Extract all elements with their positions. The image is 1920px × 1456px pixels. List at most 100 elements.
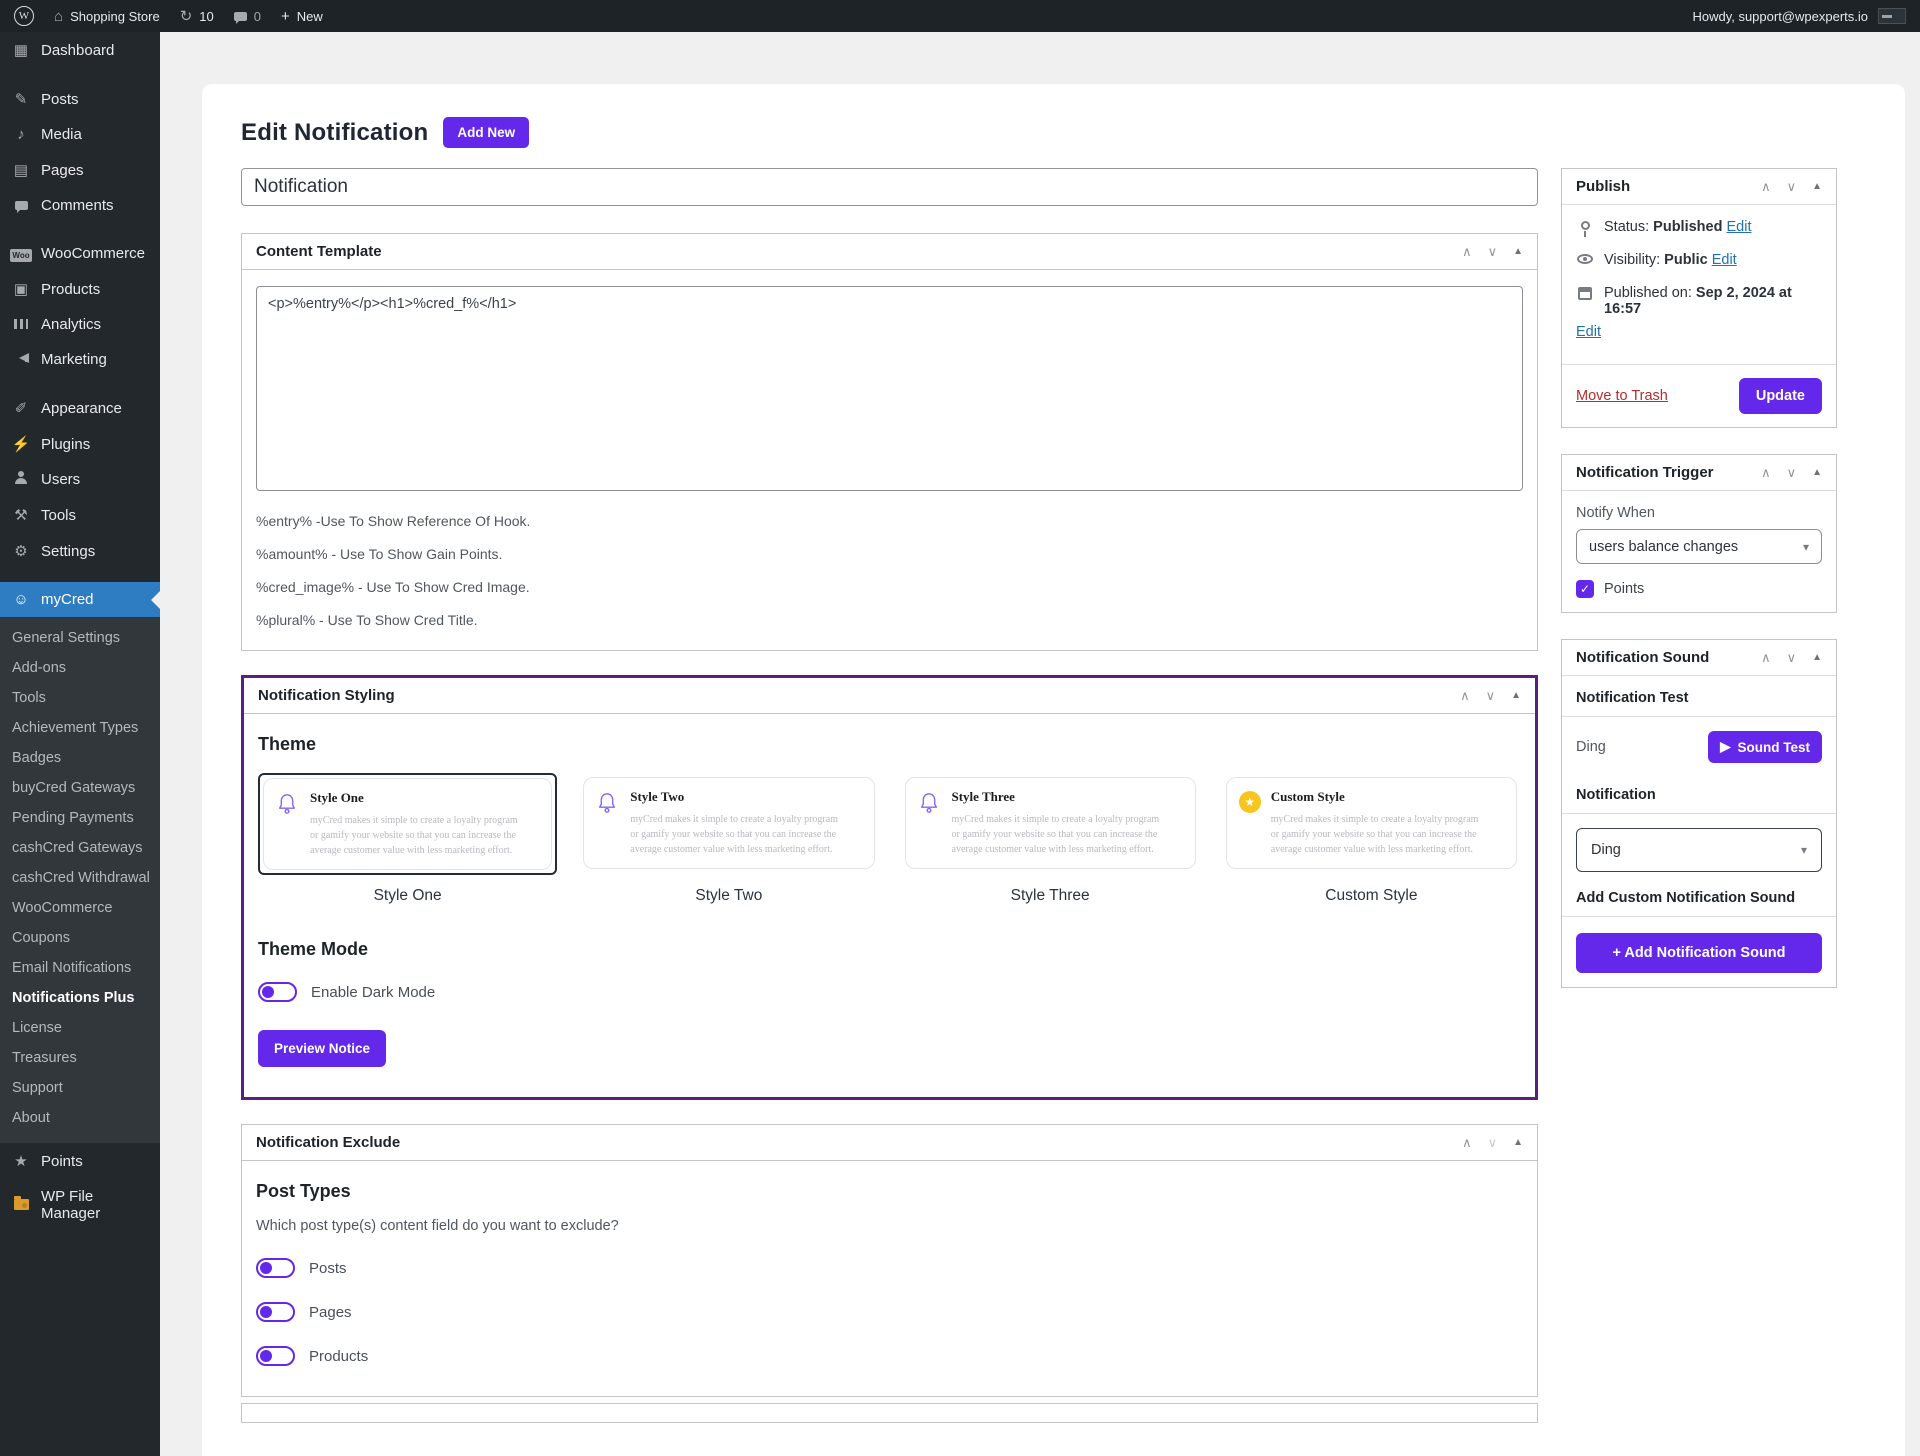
points-checkbox[interactable]: ✓ [1576, 580, 1594, 598]
sidebar-item-buycred-gateways[interactable]: buyCred Gateways [0, 773, 160, 803]
sidebar-item-mycred-tools[interactable]: Tools [0, 683, 160, 713]
move-down-icon[interactable]: ∨ [1488, 244, 1498, 260]
move-up-icon[interactable]: ∧ [1761, 179, 1771, 195]
sidebar-item-mycred-woocommerce[interactable]: WooCommerce [0, 893, 160, 923]
move-up-icon[interactable]: ∧ [1460, 688, 1470, 704]
sidebar-item-analytics[interactable]: Analytics [0, 307, 160, 342]
points-checkbox-label: Points [1604, 581, 1644, 597]
preview-notice-button[interactable]: Preview Notice [258, 1030, 386, 1067]
add-new-button[interactable]: Add New [443, 117, 529, 148]
move-down-icon[interactable]: ∨ [1787, 650, 1797, 666]
move-down-icon[interactable]: ∨ [1787, 465, 1797, 481]
menu-separator [0, 223, 160, 236]
help-line: %cred_image% - Use To Show Cred Image. [256, 579, 1523, 595]
collapse-icon[interactable]: ▲ [1511, 690, 1521, 701]
move-up-icon[interactable]: ∧ [1761, 465, 1771, 481]
sidebar-item-comments[interactable]: Comments [0, 188, 160, 223]
post-types-heading: Post Types [256, 1181, 1523, 1202]
collapse-icon[interactable]: ▲ [1812, 652, 1822, 663]
sidebar-item-appearance[interactable]: ✐Appearance [0, 390, 160, 426]
woocommerce-icon: Woo [10, 245, 32, 262]
notification-title-input[interactable] [241, 168, 1538, 206]
sidebar-item-coupons[interactable]: Coupons [0, 923, 160, 953]
theme-label-style-three: Style Three [901, 887, 1200, 905]
sidebar-item-treasures[interactable]: Treasures [0, 1043, 160, 1073]
chevron-down-icon: ▾ [1801, 843, 1807, 857]
sidebar-item-wp-file-manager[interactable]: WP File Manager [0, 1179, 160, 1231]
sidebar-item-marketing[interactable]: Marketing [0, 342, 160, 377]
move-up-icon[interactable]: ∧ [1761, 650, 1771, 666]
notify-when-select[interactable]: users balance changes ▾ [1576, 529, 1822, 564]
sidebar-item-achievement-types[interactable]: Achievement Types [0, 713, 160, 743]
howdy-text[interactable]: Howdy, support@wpexperts.io [1692, 9, 1868, 24]
sidebar-item-products[interactable]: ▣Products [0, 271, 160, 307]
sidebar-item-notifications-plus[interactable]: Notifications Plus [0, 983, 160, 1013]
sidebar-item-points[interactable]: ★Points [0, 1143, 160, 1179]
exclude-posts-toggle[interactable] [256, 1258, 295, 1278]
sidebar-item-media[interactable]: ♪Media [0, 117, 160, 152]
site-name-link[interactable]: ⌂ Shopping Store [54, 9, 160, 24]
sidebar-item-email-notifications[interactable]: Email Notifications [0, 953, 160, 983]
sidebar-item-mycred[interactable]: ☺myCred [0, 582, 160, 617]
plus-icon: + [281, 9, 290, 24]
exclude-pages-toggle[interactable] [256, 1302, 295, 1322]
dark-mode-label: Enable Dark Mode [311, 984, 435, 1001]
sidebar-item-badges[interactable]: Badges [0, 743, 160, 773]
move-down-icon[interactable]: ∨ [1486, 688, 1496, 704]
sidebar-item-posts[interactable]: ✎Posts [0, 81, 160, 117]
edit-published-date-link[interactable]: Edit [1576, 324, 1601, 340]
notification-sound-select[interactable]: Ding ▾ [1576, 828, 1822, 872]
sidebar-item-settings[interactable]: ⚙Settings [0, 533, 160, 569]
sidebar-item-cashcred-withdrawal[interactable]: cashCred Withdrawal [0, 863, 160, 893]
sidebar-item-license[interactable]: License [0, 1013, 160, 1043]
add-notification-sound-button[interactable]: + Add Notification Sound [1576, 933, 1822, 973]
move-down-icon[interactable]: ∨ [1787, 179, 1797, 195]
theme-card-style-one[interactable]: Style One myCred makes it simple to crea… [258, 773, 557, 875]
collapse-icon[interactable]: ▲ [1812, 181, 1822, 192]
move-down-icon[interactable]: ∨ [1488, 1135, 1498, 1151]
content-template-header: Content Template ∧ ∨ ▲ [242, 234, 1537, 270]
sidebar-item-dashboard[interactable]: ▦Dashboard [0, 32, 160, 68]
exclude-posts-label: Posts [309, 1260, 347, 1277]
new-content-button[interactable]: + New [281, 9, 323, 24]
sidebar-item-pending-payments[interactable]: Pending Payments [0, 803, 160, 833]
current-sound-name: Ding [1576, 739, 1606, 755]
theme-card-style-two[interactable]: Style Two myCred makes it simple to crea… [579, 773, 878, 875]
comments-indicator[interactable]: 0 [234, 9, 261, 24]
analytics-icon [10, 316, 32, 333]
sidebar-item-tools[interactable]: ⚒Tools [0, 497, 160, 533]
dark-mode-toggle[interactable] [258, 982, 297, 1002]
updates-indicator[interactable]: ↻ 10 [180, 9, 214, 24]
notify-when-label: Notify When [1576, 505, 1822, 521]
wordpress-logo[interactable]: W [14, 6, 34, 26]
move-up-icon[interactable]: ∧ [1462, 1135, 1472, 1151]
sidebar-item-pages[interactable]: ▤Pages [0, 152, 160, 188]
theme-mode-heading: Theme Mode [258, 939, 1521, 960]
menu-separator [0, 377, 160, 390]
content-template-textarea[interactable]: <p>%entry%</p><h1>%cred_f%</h1> [256, 286, 1523, 491]
move-to-trash-link[interactable]: Move to Trash [1576, 388, 1668, 404]
update-button[interactable]: Update [1739, 378, 1822, 414]
move-up-icon[interactable]: ∧ [1462, 244, 1472, 260]
mycred-icon: ☺ [10, 591, 32, 608]
sidebar-item-support[interactable]: Support [0, 1073, 160, 1103]
edit-visibility-link[interactable]: Edit [1712, 252, 1737, 268]
sidebar-item-users[interactable]: Users [0, 462, 160, 497]
theme-card-style-three[interactable]: Style Three myCred makes it simple to cr… [901, 773, 1200, 875]
collapse-icon[interactable]: ▲ [1513, 246, 1523, 257]
sidebar-item-general-settings[interactable]: General Settings [0, 623, 160, 653]
theme-card-custom-style[interactable]: ★ Custom Style myCred makes it simple to… [1222, 773, 1521, 875]
sound-test-button[interactable]: ▶ Sound Test [1708, 731, 1822, 763]
home-icon: ⌂ [54, 9, 63, 24]
sidebar-item-about[interactable]: About [0, 1103, 160, 1133]
edit-status-link[interactable]: Edit [1727, 219, 1752, 235]
theme-label-custom-style: Custom Style [1222, 887, 1521, 905]
exclude-products-toggle[interactable] [256, 1346, 295, 1366]
collapse-icon[interactable]: ▲ [1513, 1137, 1523, 1148]
notification-exclude-metabox: Notification Exclude ∧ ∨ ▲ Post Types Wh… [241, 1124, 1538, 1397]
sidebar-item-plugins[interactable]: ⚡Plugins [0, 426, 160, 462]
sidebar-item-add-ons[interactable]: Add-ons [0, 653, 160, 683]
collapse-icon[interactable]: ▲ [1812, 467, 1822, 478]
sidebar-item-woocommerce[interactable]: WooWooCommerce [0, 236, 160, 271]
sidebar-item-cashcred-gateways[interactable]: cashCred Gateways [0, 833, 160, 863]
